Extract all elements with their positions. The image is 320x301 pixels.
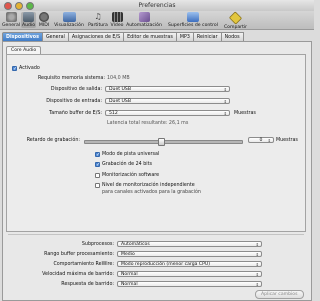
activado-label: Activado [19,66,40,71]
modo-pista-label: Modo de pista universal [102,152,160,157]
popup-arrows-icon: ⇕ [223,99,227,104]
film-icon [111,12,123,22]
grabacion-24-checkbox[interactable]: ✓ [95,162,100,168]
activado-checkbox[interactable]: ✓ [12,66,17,72]
velocidad-select[interactable]: Normal ⇕ [117,271,262,277]
retardo-stepper[interactable]: 0 ⇕ [248,137,274,143]
respuesta-select[interactable]: Normal ⇕ [117,281,262,287]
popup-arrows-icon: ⇕ [255,252,259,257]
salida-select[interactable]: Duet USB ⇕ [105,86,230,92]
nivel-monitor-checkbox[interactable] [95,183,100,188]
window-title: Preferencias [138,2,176,9]
rango-buffer-select[interactable]: Medio ⇕ [117,251,262,257]
divider [8,234,304,235]
grabacion-24-label: Grabación de 24 bits [102,162,152,167]
gear-icon [5,12,17,22]
entrada-select[interactable]: Duet USB ⇕ [105,98,230,104]
velocidad-label: Velocidad máxima de barrido: [42,272,114,277]
rewire-select[interactable]: Modo reproducción (menor carga CPU) ⇕ [117,261,262,267]
modo-pista-checkbox[interactable]: ✓ [95,152,100,158]
latencia-text: Latencia total resultante: 26,1 ms [107,121,189,126]
popup-arrows-icon: ⇕ [223,87,227,92]
midi-port-icon [39,12,49,22]
popup-arrows-icon: ⇕ [255,272,259,277]
share-diamond-icon [228,11,243,25]
toolbar-compartir[interactable]: Compartir [223,11,248,30]
buffer-select[interactable]: 512 ⇕ [105,110,230,116]
toolbar-partitura[interactable]: ♫ Partitura [87,12,109,28]
music-note-icon: ♫ [94,12,102,21]
rewire-label: Comportamiento ReWire: [53,262,114,267]
toolbar-superficies[interactable]: Superficies de control [165,12,221,28]
buffer-label: Tamaño buffer de E/S: [49,111,102,116]
toolbar-audio[interactable]: Audio [21,12,36,28]
nivel-monitor-note: para canales activados para la grabación [102,190,201,195]
retardo-slider-knob[interactable] [158,138,165,146]
control-surface-icon [187,12,199,22]
toolbar-automatizacion[interactable]: Automatización [126,12,162,28]
tab-bar: Dispositivos General Asignaciones de E/S… [2,32,244,43]
nivel-monitor-label: Nivel de monitorización independiente [102,183,195,188]
popup-arrows-icon: ⇕ [255,242,259,247]
popup-arrows-icon: ⇕ [223,111,227,116]
toolbar-midi[interactable]: MIDI [38,12,50,28]
monitorizacion-label: Monitorización software [102,173,160,178]
entrada-label: Dispositivo de entrada: [46,99,102,104]
popup-arrows-icon: ⇕ [255,262,259,267]
toolbar: General Audio MIDI Visualización ♫ Parti… [0,11,314,30]
salida-label: Dispositivo de salida: [50,87,102,92]
apply-button[interactable]: Aplicar cambios [255,290,304,299]
monitor-icon [62,12,76,22]
memoria-label: Requisito memoria sistema: [37,76,105,81]
memoria-value: 104,0 MB [107,76,130,81]
monitorizacion-checkbox[interactable] [95,173,100,178]
buffer-unit: Muestras [234,111,256,116]
subprocesos-select[interactable]: Automáticos ⇕ [117,241,262,247]
toolbar-video[interactable]: Vídeo [110,12,124,28]
retardo-label: Retardo de grabación: [26,138,80,143]
popup-arrows-icon: ⇕ [255,282,259,287]
subprocesos-label: Subprocesos: [81,242,114,247]
audio-interface-icon [23,12,34,22]
automation-icon [138,12,150,22]
respuesta-label: Respuesta de barrido: [61,282,114,287]
toolbar-visualizacion[interactable]: Visualización [52,12,86,28]
stepper-arrows-icon: ⇕ [267,138,271,143]
toolbar-general[interactable]: General [2,12,20,28]
rango-buffer-label: Rango buffer procesamiento: [44,252,114,257]
retardo-unit: Muestras [276,138,298,143]
